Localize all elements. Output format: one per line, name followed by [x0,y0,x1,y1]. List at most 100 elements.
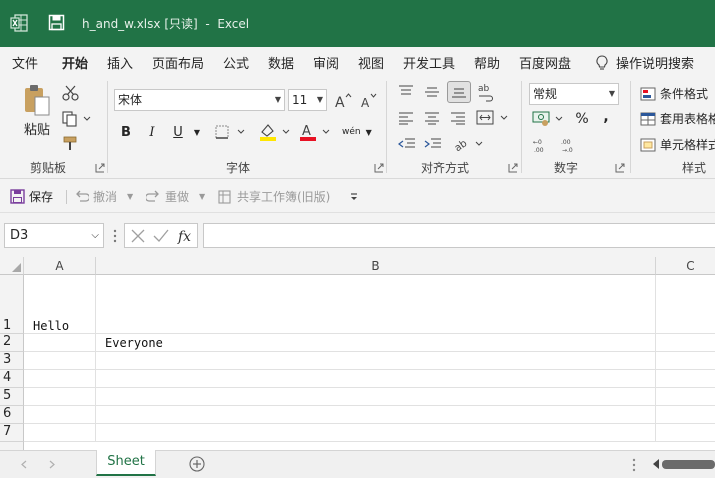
cell-a4[interactable] [24,370,96,388]
sheet-tab[interactable]: Sheet [96,450,156,476]
tab-insert[interactable]: 插入 [107,53,133,72]
accounting-format-icon[interactable] [532,110,566,128]
row-header-3[interactable]: 3 [0,352,24,370]
align-right-icon[interactable] [450,111,466,125]
decrease-font-size-icon[interactable]: A [360,91,378,109]
enter-check-icon[interactable] [153,229,169,243]
customize-qat-icon[interactable] [349,193,359,201]
cell-c7[interactable] [656,424,715,442]
wrap-text-icon[interactable]: ab [477,82,495,102]
tab-file[interactable]: 文件 [12,53,38,72]
cell-c3[interactable] [656,352,715,370]
align-bottom-button[interactable] [447,81,471,103]
percent-style-button[interactable]: % [574,110,590,128]
cell-a5[interactable] [24,388,96,406]
borders-icon[interactable] [214,124,246,140]
comma-style-button[interactable]: , [600,108,612,126]
cell-b3[interactable] [96,352,656,370]
tab-page-layout[interactable]: 页面布局 [152,53,204,72]
horizontal-scrollbar[interactable] [662,460,715,469]
row-header-1[interactable]: 1 [0,275,24,334]
clipboard-launcher-icon[interactable] [95,163,105,173]
row-header-5[interactable]: 5 [0,388,24,406]
cell-b4[interactable] [96,370,656,388]
align-top-icon[interactable] [398,84,414,98]
column-header-c[interactable]: C [656,257,715,275]
qat-save-button[interactable]: 保存 [10,188,53,205]
paste-icon[interactable] [22,83,52,117]
number-format-combo[interactable]: 常规 ▼ [529,83,619,105]
row-header-4[interactable]: 4 [0,370,24,388]
qat-redo-button[interactable]: 重做 ▼ [146,188,205,205]
align-middle-icon[interactable] [424,84,440,98]
cell-a2[interactable] [24,334,96,352]
column-header-a[interactable]: A [24,257,96,275]
cell-c5[interactable] [656,388,715,406]
font-color-icon[interactable]: A [298,122,332,142]
cell-b6[interactable] [96,406,656,424]
scroll-left-icon[interactable] [652,459,660,469]
select-all-corner[interactable] [0,257,24,275]
cell-c1[interactable] [656,275,715,334]
row-header-6[interactable]: 6 [0,406,24,424]
tell-me-search[interactable]: 操作说明搜索 [596,53,694,72]
tab-home[interactable]: 开始 [62,53,88,72]
cell-c4[interactable] [656,370,715,388]
phonetic-guide-button[interactable]: wén ▼ [342,122,376,142]
decrease-indent-icon[interactable] [398,137,416,151]
cell-styles-button[interactable]: 单元格样式 [640,136,715,153]
font-size-combo[interactable]: 11 ▼ [288,89,327,111]
formula-bar-grip-icon[interactable] [113,229,117,243]
insert-function-icon[interactable]: fx [177,227,195,245]
format-as-table-button[interactable]: 套用表格格 [640,110,715,127]
copy-icon[interactable] [62,111,92,127]
merge-center-icon[interactable] [476,109,510,127]
number-launcher-icon[interactable] [615,163,625,173]
formula-input[interactable] [203,223,715,248]
conditional-formatting-button[interactable]: 条件格式 [640,85,708,102]
row-header-7[interactable]: 7 [0,424,24,442]
font-launcher-icon[interactable] [374,163,384,173]
tab-baidu-netdisk[interactable]: 百度网盘 [519,53,571,72]
tab-data[interactable]: 数据 [268,53,294,72]
cell-b1[interactable] [96,275,656,334]
tab-help[interactable]: 帮助 [474,53,500,72]
cell-a1[interactable]: Hello [24,275,96,334]
row-header-8[interactable] [0,442,24,450]
alignment-launcher-icon[interactable] [508,163,518,173]
increase-font-size-icon[interactable]: A [334,91,352,109]
column-header-b[interactable]: B [96,257,656,275]
increase-decimal-icon[interactable]: ←0 .00 [532,137,550,153]
tab-view[interactable]: 视图 [358,53,384,72]
cell-a3[interactable] [24,352,96,370]
tab-review[interactable]: 审阅 [313,53,339,72]
cell-a7[interactable] [24,424,96,442]
fill-color-icon[interactable] [258,122,292,142]
qat-share-workbook-button[interactable]: 共享工作簿(旧版) [218,188,330,205]
paste-button-label[interactable]: 粘贴 [24,119,50,138]
font-name-combo[interactable]: 宋体 ▼ [114,89,285,111]
orientation-icon[interactable]: ab [452,135,486,153]
row-header-2[interactable]: 2 [0,334,24,352]
cell-b5[interactable] [96,388,656,406]
tab-developer[interactable]: 开发工具 [403,53,455,72]
align-left-icon[interactable] [398,111,414,125]
next-sheet-icon[interactable] [48,460,56,469]
bold-button[interactable]: B [118,123,134,141]
format-painter-icon[interactable] [62,135,80,151]
save-icon[interactable] [48,14,65,31]
cell-b7[interactable] [96,424,656,442]
italic-button[interactable]: I [144,123,160,141]
chevron-down-icon[interactable]: ▼ [192,125,202,139]
underline-button[interactable]: U [170,123,186,141]
tab-split-grip-icon[interactable] [632,458,636,472]
qat-undo-button[interactable]: 撤消 ▼ [74,188,133,205]
cut-icon[interactable] [62,85,80,101]
align-center-icon[interactable] [424,111,440,125]
cancel-icon[interactable] [131,229,145,243]
cell-c6[interactable] [656,406,715,424]
increase-indent-icon[interactable] [424,137,442,151]
previous-sheet-icon[interactable] [20,460,28,469]
name-box[interactable]: D3 ⌵ [4,223,104,248]
decrease-decimal-icon[interactable]: .00 →.0 [560,137,578,153]
